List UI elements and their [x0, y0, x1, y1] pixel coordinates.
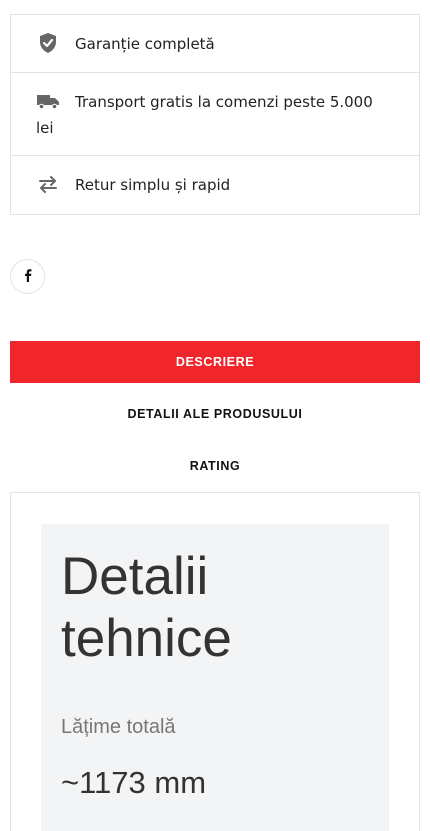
tab-product-details[interactable]: DETALII ALE PRODUSULUI — [10, 393, 420, 435]
spec-label-total-width: Lățime totală — [61, 716, 176, 738]
facebook-icon — [22, 267, 34, 286]
tab-description[interactable]: DESCRIERE — [10, 341, 420, 383]
feature-shipping-text: Transport gratis la comenzi peste 5.000 … — [36, 93, 373, 137]
spec-value-total-width: ~1173 mm — [61, 765, 207, 800]
features-list: Garanție completă Transport gratis la co… — [10, 14, 420, 215]
truck-icon — [36, 89, 60, 113]
technical-specs-box: Detalii tehnice Lățime totală ~1173 mm — [41, 524, 389, 831]
specs-title: Detalii tehnice — [61, 547, 232, 668]
feature-shipping: Transport gratis la comenzi peste 5.000 … — [11, 73, 419, 156]
feature-returns: Retur simplu și rapid — [11, 156, 419, 214]
feature-warranty: Garanție completă — [11, 15, 419, 73]
tab-rating[interactable]: RATING — [10, 445, 420, 487]
feature-warranty-text: Garanție completă — [75, 35, 215, 53]
feature-returns-text: Retur simplu și rapid — [75, 176, 231, 194]
tab-content-panel: Detalii tehnice Lățime totală ~1173 mm — [10, 492, 420, 831]
shield-check-icon — [36, 31, 60, 55]
swap-arrows-icon — [36, 172, 60, 196]
facebook-share-button[interactable] — [10, 259, 45, 294]
